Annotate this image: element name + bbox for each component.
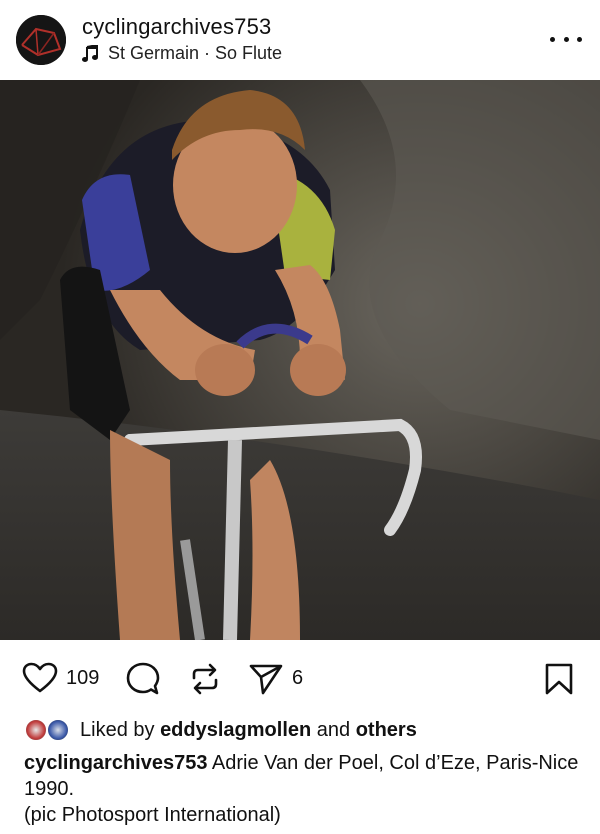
music-separator: · <box>199 43 216 63</box>
music-track: So Flute <box>215 43 283 63</box>
heart-icon[interactable] <box>22 662 58 694</box>
liker-avatar <box>24 718 48 742</box>
caption-main: cyclingarchives753 Adrie Van der Poel, C… <box>24 750 584 802</box>
liker-avatars <box>24 716 74 744</box>
caption-username[interactable]: cyclingarchives753 <box>24 752 207 774</box>
like-count[interactable]: 109 <box>66 667 99 690</box>
liker-avatar <box>46 718 70 742</box>
post-actions: 109 6 <box>0 650 600 706</box>
caption-credit: (pic Photosport International) <box>24 804 281 826</box>
share-count[interactable]: 6 <box>292 667 303 690</box>
profile-avatar[interactable] <box>16 15 66 65</box>
post-media[interactable] <box>0 80 600 640</box>
post-username[interactable]: cyclingarchives753 <box>82 14 271 40</box>
avatar-bicycle-graphic <box>16 15 66 65</box>
likes-prefix: Liked by <box>80 718 161 741</box>
paper-plane-icon[interactable] <box>248 662 284 696</box>
likes-others[interactable]: others <box>356 719 417 742</box>
music-info[interactable]: St Germain · So Flute <box>82 43 282 64</box>
post-photo-cyclist <box>0 80 600 640</box>
music-note-icon <box>82 44 98 62</box>
more-dot <box>563 36 569 42</box>
comment-bubble-icon[interactable] <box>126 662 160 696</box>
music-artist: St Germain <box>108 43 200 63</box>
post-header: cyclingarchives753 St Germain · So Flute <box>0 0 600 80</box>
more-dot <box>550 36 555 42</box>
post-caption: cyclingarchives753 Adrie Van der Poel, C… <box>24 750 584 828</box>
repost-icon[interactable] <box>188 662 222 696</box>
more-dot <box>577 36 582 42</box>
more-options-button[interactable] <box>550 30 582 48</box>
likes-summary[interactable]: Liked by eddyslagmollen and others <box>24 716 417 744</box>
bookmark-icon[interactable] <box>544 662 574 696</box>
likes-middle: and <box>311 718 356 741</box>
liker-username[interactable]: eddyslagmollen <box>160 719 311 742</box>
